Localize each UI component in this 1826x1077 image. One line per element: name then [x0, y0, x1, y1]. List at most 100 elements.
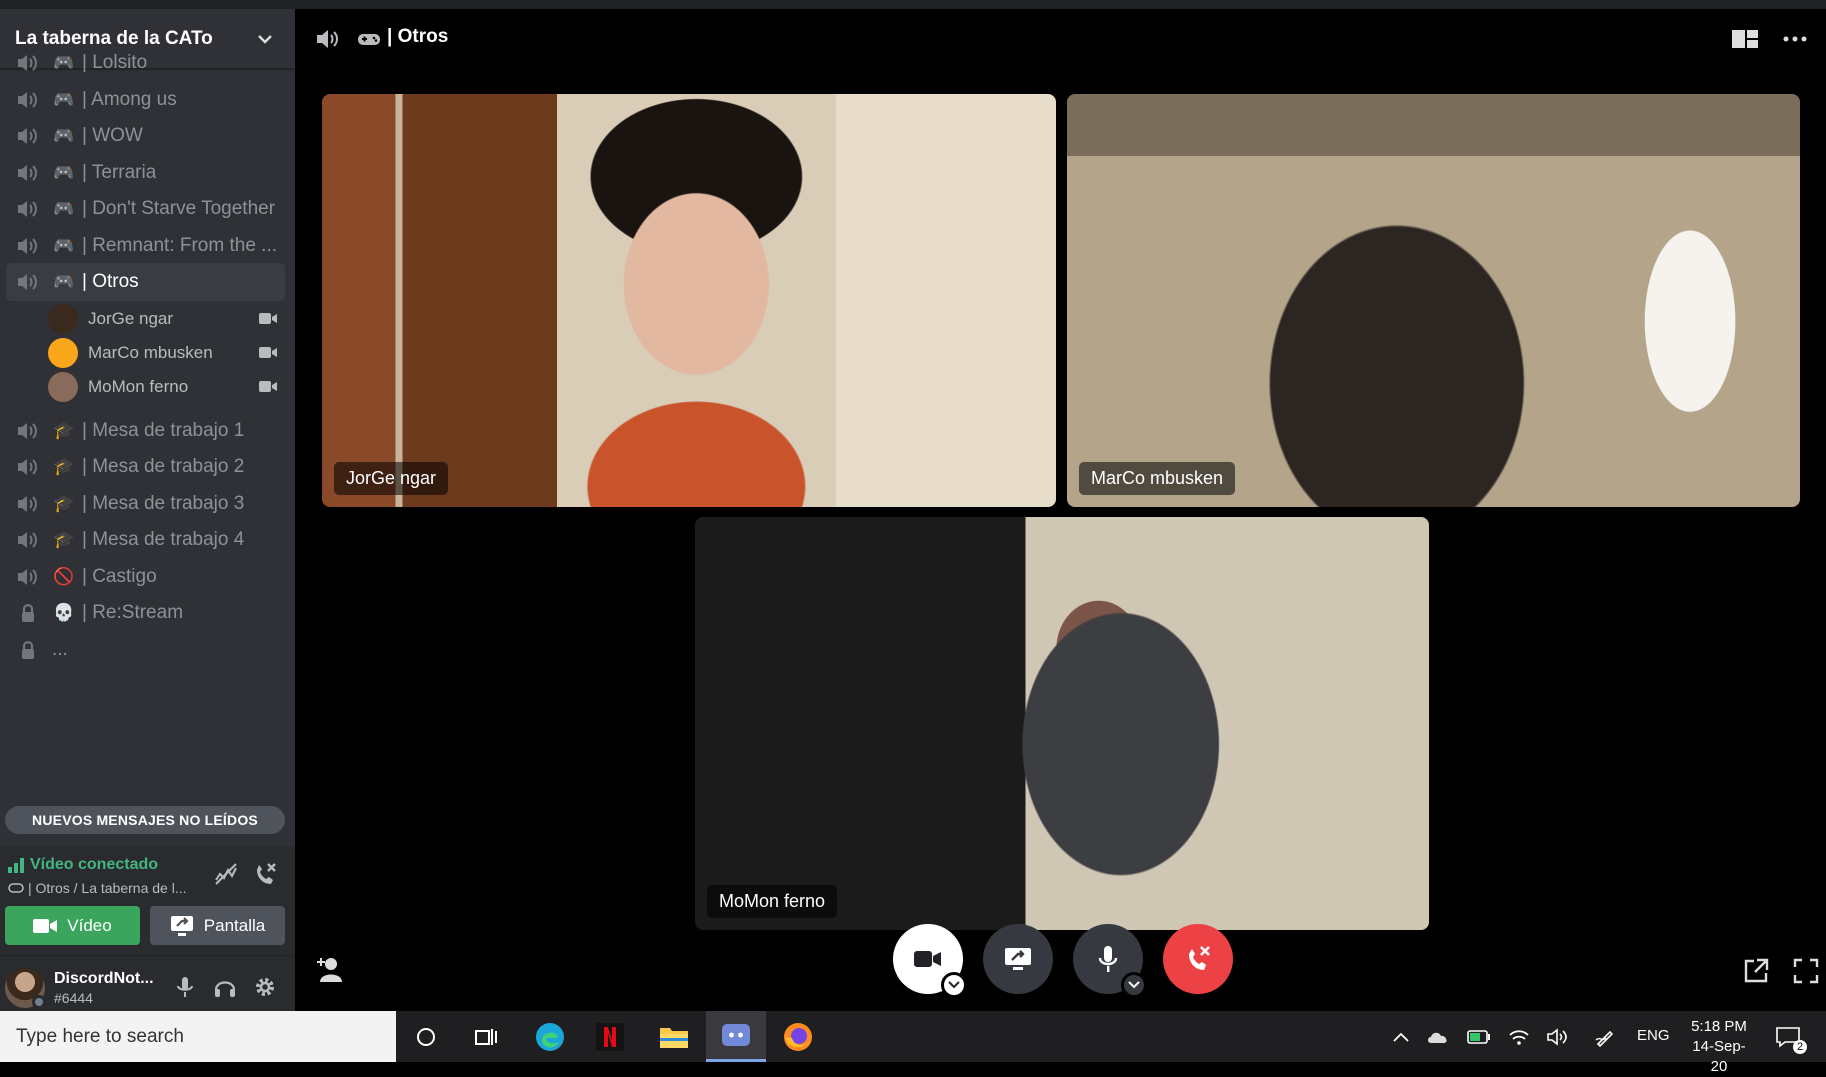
window-top-strip	[0, 0, 1826, 9]
clock[interactable]: 5:18 PM 14-Sep-20	[1686, 1017, 1752, 1077]
pen-workspace-icon[interactable]	[1592, 1024, 1618, 1050]
microphone-button[interactable]	[1073, 924, 1147, 998]
channel-header: | Otros	[295, 9, 1826, 69]
speaker-icon	[18, 274, 37, 290]
voice-channel[interactable]: 🎓 | Mesa de trabajo 2	[6, 448, 285, 486]
video-tile[interactable]: MarCo mbusken	[1067, 94, 1800, 507]
noise-suppression-icon[interactable]	[212, 860, 240, 888]
video-button[interactable]: Vídeo	[5, 906, 140, 945]
windows-taskbar: Type here to search ENG 5:18 PM 14-Sep-2…	[0, 1011, 1826, 1075]
speaker-icon	[18, 459, 37, 475]
camera-toggle-button[interactable]	[893, 924, 967, 998]
gear-icon[interactable]	[253, 975, 277, 999]
user-name[interactable]: DiscordNot...	[54, 970, 154, 988]
channel-name: | Otros	[82, 271, 139, 292]
member-name: MarCo mbusken	[88, 343, 213, 362]
gamepad-icon: 🎮	[53, 272, 75, 291]
voice-channel-path[interactable]: | Otros / La taberna de l...	[8, 880, 187, 896]
member-name: MoMon ferno	[88, 377, 189, 396]
fullscreen-icon[interactable]	[1792, 957, 1820, 985]
voice-status-label: Vídeo conectado	[30, 856, 159, 873]
channel-sidebar: La taberna de la CATo 🎮 | Lolsito 🎮 | Among…	[0, 9, 295, 1011]
netflix-icon[interactable]	[580, 1011, 640, 1062]
gamepad-icon: 🎮	[53, 236, 75, 255]
voice-channel[interactable]: 🎮 | Among us	[6, 81, 285, 119]
speaker-icon	[18, 238, 37, 254]
unread-messages-banner[interactable]: NUEVOS MENSAJES NO LEÍDOS	[5, 806, 285, 834]
headphones-icon[interactable]	[213, 975, 237, 999]
microphone-options-button[interactable]	[1121, 972, 1147, 998]
screen-share-button[interactable]: Pantalla	[150, 906, 285, 945]
edge-browser-icon[interactable]	[520, 1011, 580, 1062]
camera-options-button[interactable]	[941, 972, 967, 998]
voice-channel[interactable]: 🎮 | WOW	[6, 117, 285, 155]
voice-channel[interactable]: 💀 | Re:Stream	[6, 594, 285, 632]
onedrive-icon[interactable]	[1425, 1024, 1451, 1050]
member-avatar	[48, 304, 78, 334]
voice-channel[interactable]: ...	[6, 631, 285, 669]
video-tile[interactable]: JorGe ngar	[322, 94, 1056, 507]
screen-share-icon	[170, 915, 193, 936]
notifications-icon[interactable]: 2	[1773, 1024, 1807, 1054]
channel-member[interactable]: JorGe ngar	[48, 301, 285, 337]
notification-count: 2	[1793, 1040, 1807, 1054]
channel-member[interactable]: MarCo mbusken	[48, 335, 285, 371]
disconnect-icon[interactable]	[251, 860, 279, 888]
speaker-icon	[18, 496, 37, 512]
video-tile[interactable]: MoMon ferno	[695, 517, 1429, 930]
search-placeholder: Type here to search	[16, 1025, 184, 1047]
channel-name: | WOW	[82, 125, 143, 146]
hang-up-button[interactable]	[1163, 924, 1233, 994]
speaker-icon	[18, 569, 37, 585]
user-status-indicator	[32, 995, 46, 1009]
voice-channel[interactable]: 🎓 | Mesa de trabajo 4	[6, 521, 285, 559]
participant-name: MoMon ferno	[707, 885, 838, 918]
voice-connection-panel: Vídeo conectado | Otros / La taberna de …	[0, 846, 295, 956]
more-options-icon[interactable]	[1780, 27, 1810, 51]
user-panel: DiscordNot... #6444	[0, 956, 295, 1011]
share-screen-button[interactable]	[983, 924, 1053, 994]
voice-channel[interactable]: 🎮 | Lolsito	[6, 44, 285, 82]
gamepad-icon: 🎮	[53, 199, 75, 218]
voice-status[interactable]: Vídeo conectado	[8, 856, 158, 874]
video-button-label: Vídeo	[67, 915, 112, 935]
file-explorer-icon[interactable]	[644, 1011, 704, 1062]
speaker-icon	[18, 201, 37, 217]
firefox-icon[interactable]	[768, 1011, 828, 1062]
call-controls	[295, 924, 1826, 1004]
language-indicator[interactable]: ENG	[1637, 1027, 1670, 1044]
voice-channel[interactable]: 🚫 | Castigo	[6, 558, 285, 596]
voice-channel[interactable]: 🎮 | Otros	[6, 263, 285, 301]
channel-name: | Re:Stream	[82, 602, 184, 623]
voice-channel[interactable]: 🎮 | Terraria	[6, 154, 285, 192]
gamepad-icon: 🎮	[53, 53, 75, 72]
voice-channel[interactable]: 🎮 | Don't Starve Together	[6, 190, 285, 228]
cortana-icon[interactable]	[396, 1011, 456, 1062]
skull-icon: 💀	[53, 603, 75, 622]
microphone-icon	[1098, 946, 1118, 972]
channel-title: | Otros	[387, 26, 449, 47]
gamepad-icon	[8, 883, 24, 893]
discord-taskbar-icon[interactable]	[706, 1011, 766, 1062]
voice-channel[interactable]: 🎓 | Mesa de trabajo 3	[6, 485, 285, 523]
battery-icon[interactable]	[1466, 1024, 1492, 1050]
wifi-icon[interactable]	[1506, 1024, 1532, 1050]
volume-icon[interactable]	[1546, 1024, 1572, 1050]
lock-icon	[22, 604, 34, 622]
graduation-cap-icon: 🎓	[53, 457, 75, 476]
speaker-icon	[18, 423, 37, 439]
task-view-icon[interactable]	[456, 1011, 516, 1062]
discord-app: La taberna de la CATo 🎮 | Lolsito 🎮 | Among…	[0, 0, 1826, 1075]
popout-icon[interactable]	[1742, 957, 1770, 985]
grid-layout-icon[interactable]	[1730, 27, 1760, 51]
channel-name: | Terraria	[82, 162, 157, 183]
add-user-icon[interactable]	[315, 954, 345, 984]
channel-member[interactable]: MoMon ferno	[48, 369, 285, 405]
microphone-icon[interactable]	[173, 975, 197, 999]
taskbar-search-input[interactable]: Type here to search	[0, 1011, 396, 1062]
clock-date: 14-Sep-20	[1692, 1038, 1746, 1075]
voice-channel[interactable]: 🎓 | Mesa de trabajo 1	[6, 412, 285, 450]
voice-channel[interactable]: 🎮 | Remnant: From the ...	[6, 227, 285, 265]
tray-overflow-icon[interactable]	[1388, 1024, 1414, 1050]
channel-name: | Remnant: From the ...	[82, 235, 278, 256]
